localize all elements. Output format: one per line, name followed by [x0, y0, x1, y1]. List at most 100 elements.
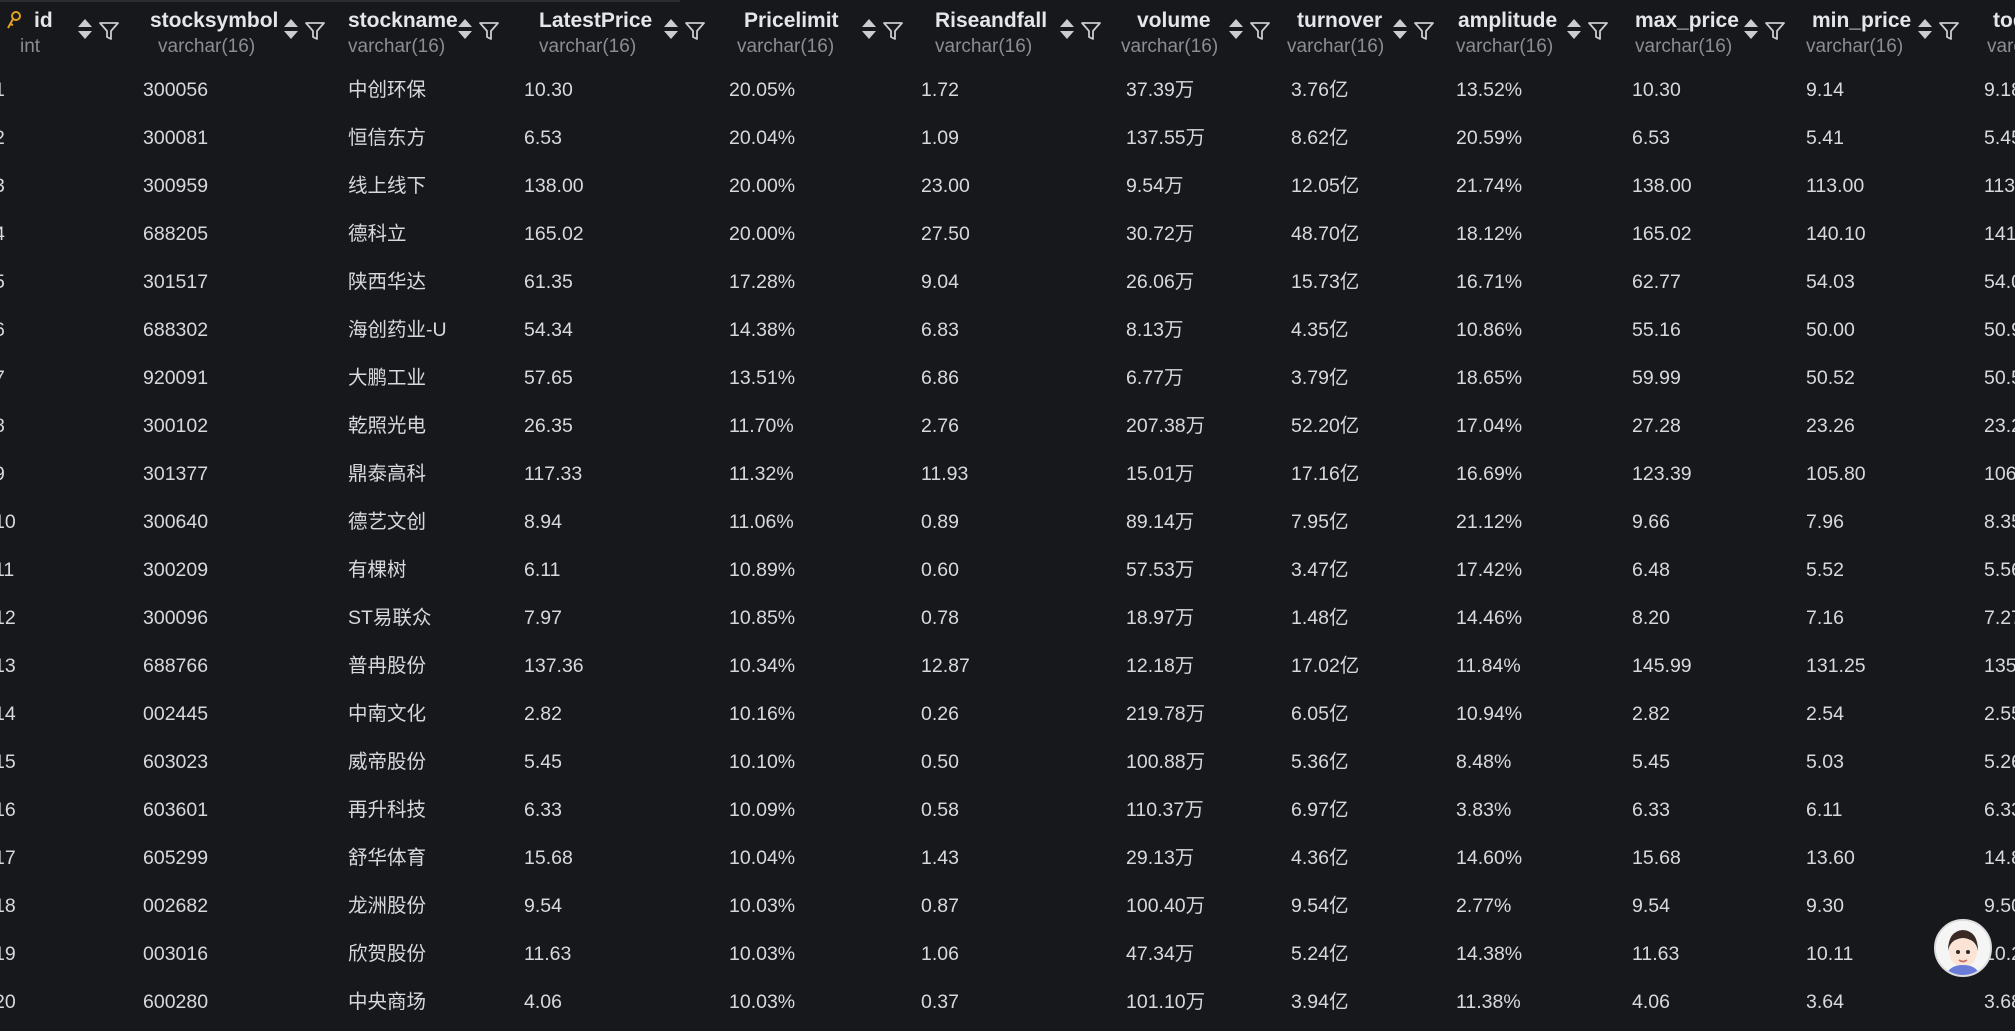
table-cell[interactable]: 8.94	[524, 510, 562, 534]
table-cell[interactable]: 6.11	[524, 558, 561, 582]
table-cell[interactable]: 再升科技	[348, 798, 426, 822]
table-cell[interactable]: 10	[0, 510, 16, 534]
table-cell[interactable]: 8.13万	[1126, 318, 1183, 342]
table-cell[interactable]: 20.00%	[729, 174, 795, 198]
table-cell[interactable]: 乾照光电	[348, 414, 426, 438]
table-cell[interactable]: ST易联众	[348, 606, 431, 630]
table-cell[interactable]: 11.70%	[729, 414, 794, 438]
table-cell[interactable]: 50.9	[1984, 318, 2015, 342]
table-cell[interactable]: 920091	[143, 366, 208, 390]
table-cell[interactable]: 3.64	[1806, 990, 1844, 1014]
table-cell[interactable]: 11.06%	[729, 510, 794, 534]
table-cell[interactable]: 5	[0, 270, 5, 294]
table-cell[interactable]: 1.06	[921, 942, 959, 966]
table-cell[interactable]: 4.06	[524, 990, 562, 1014]
table-cell[interactable]: 3.83%	[1456, 798, 1511, 822]
table-cell[interactable]: 2.55	[1984, 702, 2015, 726]
table-cell[interactable]: 21.74%	[1456, 174, 1522, 198]
table-cell[interactable]: 5.56	[1984, 558, 2015, 582]
table-cell[interactable]: 1.09	[921, 126, 959, 150]
table-cell[interactable]: 10.03%	[729, 990, 795, 1014]
table-cell[interactable]: 6.83	[921, 318, 959, 342]
table-cell[interactable]: 113	[1984, 174, 2015, 198]
table-cell[interactable]: 14.60%	[1456, 846, 1522, 870]
table-cell[interactable]: 6.11	[1806, 798, 1843, 822]
table-cell[interactable]: 12.87	[921, 654, 970, 678]
column-header-Pricelimit[interactable]: Pricelimit varchar(16)	[727, 0, 925, 57]
table-cell[interactable]: 123.39	[1632, 462, 1692, 486]
table-cell[interactable]: 002445	[143, 702, 208, 726]
table-cell[interactable]: 29.13万	[1126, 846, 1194, 870]
filter-icon[interactable]	[882, 20, 904, 42]
table-cell[interactable]: 5.45	[1984, 126, 2015, 150]
table-cell[interactable]: 10.03%	[729, 894, 795, 918]
table-cell[interactable]: 18.12%	[1456, 222, 1522, 246]
table-cell[interactable]: 15.73亿	[1291, 270, 1359, 294]
table-cell[interactable]: 6.33	[1984, 798, 2015, 822]
table-cell[interactable]: 135	[1984, 654, 2015, 678]
table-cell[interactable]: 8.62亿	[1291, 126, 1348, 150]
table-cell[interactable]: 2.76	[921, 414, 959, 438]
sort-icon[interactable]	[458, 18, 472, 42]
sort-icon[interactable]	[284, 18, 298, 42]
table-cell[interactable]: 138.00	[1632, 174, 1692, 198]
table-cell[interactable]: 3.94亿	[1291, 990, 1348, 1014]
sort-icon[interactable]	[862, 18, 876, 42]
table-cell[interactable]: 5.36亿	[1291, 750, 1348, 774]
column-header-Riseandfall[interactable]: Riseandfall varchar(16)	[925, 0, 1120, 57]
table-cell[interactable]: 10.89%	[729, 558, 795, 582]
table-cell[interactable]: 15.68	[524, 846, 573, 870]
table-cell[interactable]: 9.18	[1984, 78, 2015, 102]
filter-icon[interactable]	[478, 20, 500, 42]
table-cell[interactable]: 6.48	[1632, 558, 1670, 582]
table-cell[interactable]: 6.53	[1632, 126, 1670, 150]
table-cell[interactable]: 0.50	[921, 750, 959, 774]
table-cell[interactable]: 6.77万	[1126, 366, 1183, 390]
table-cell[interactable]: 4.35亿	[1291, 318, 1348, 342]
column-header-stockname[interactable]: stockname varchar(16)	[342, 0, 520, 57]
filter-icon[interactable]	[1587, 20, 1609, 42]
table-cell[interactable]: 110.37万	[1126, 798, 1204, 822]
table-cell[interactable]: 11.32%	[729, 462, 794, 486]
table-cell[interactable]: 30.72万	[1126, 222, 1194, 246]
table-cell[interactable]: 陕西华达	[348, 270, 426, 294]
table-cell[interactable]: 2.82	[1632, 702, 1670, 726]
filter-icon[interactable]	[1249, 20, 1271, 42]
table-cell[interactable]: 26.35	[524, 414, 573, 438]
table-cell[interactable]: 10.94%	[1456, 702, 1522, 726]
filter-icon[interactable]	[1080, 20, 1102, 42]
table-cell[interactable]: 54.0	[1984, 270, 2015, 294]
table-cell[interactable]: 57.53万	[1126, 558, 1194, 582]
table-cell[interactable]: 0.60	[921, 558, 959, 582]
table-cell[interactable]: 9.66	[1632, 510, 1670, 534]
column-header-LatestPrice[interactable]: LatestPrice varchar(16)	[520, 0, 727, 57]
column-header-stocksymbol[interactable]: stocksymbol varchar(16)	[138, 0, 342, 57]
table-cell[interactable]: 605299	[143, 846, 208, 870]
table-cell[interactable]: 4.06	[1632, 990, 1670, 1014]
table-cell[interactable]: 603601	[143, 798, 208, 822]
table-cell[interactable]: 11.93	[921, 462, 968, 486]
table-cell[interactable]: 301517	[143, 270, 208, 294]
table-cell[interactable]: 6.97亿	[1291, 798, 1348, 822]
table-cell[interactable]: 有棵树	[348, 558, 407, 582]
table-cell[interactable]: 145.99	[1632, 654, 1692, 678]
table-cell[interactable]: 113.00	[1806, 174, 1864, 198]
filter-icon[interactable]	[684, 20, 706, 42]
table-cell[interactable]: 23.2	[1984, 414, 2015, 438]
table-cell[interactable]: 17	[0, 846, 16, 870]
column-header-max_price[interactable]: max_price varchar(16)	[1632, 0, 1806, 57]
column-header-tod[interactable]: tod varchar	[1983, 0, 2015, 57]
table-cell[interactable]: 54.03	[1806, 270, 1855, 294]
table-cell[interactable]: 688302	[143, 318, 208, 342]
table-cell[interactable]: 10.86%	[1456, 318, 1522, 342]
table-cell[interactable]: 100.88万	[1126, 750, 1205, 774]
column-header-id[interactable]: id int	[0, 0, 138, 57]
table-cell[interactable]: 50.00	[1806, 318, 1855, 342]
table-cell[interactable]: 20.04%	[729, 126, 795, 150]
table-cell[interactable]: 10.16%	[729, 702, 795, 726]
table-cell[interactable]: 10.03%	[729, 942, 795, 966]
table-cell[interactable]: 16.71%	[1456, 270, 1522, 294]
sort-icon[interactable]	[78, 18, 92, 42]
table-cell[interactable]: 7.27	[1984, 606, 2015, 630]
table-cell[interactable]: 12	[0, 606, 16, 630]
